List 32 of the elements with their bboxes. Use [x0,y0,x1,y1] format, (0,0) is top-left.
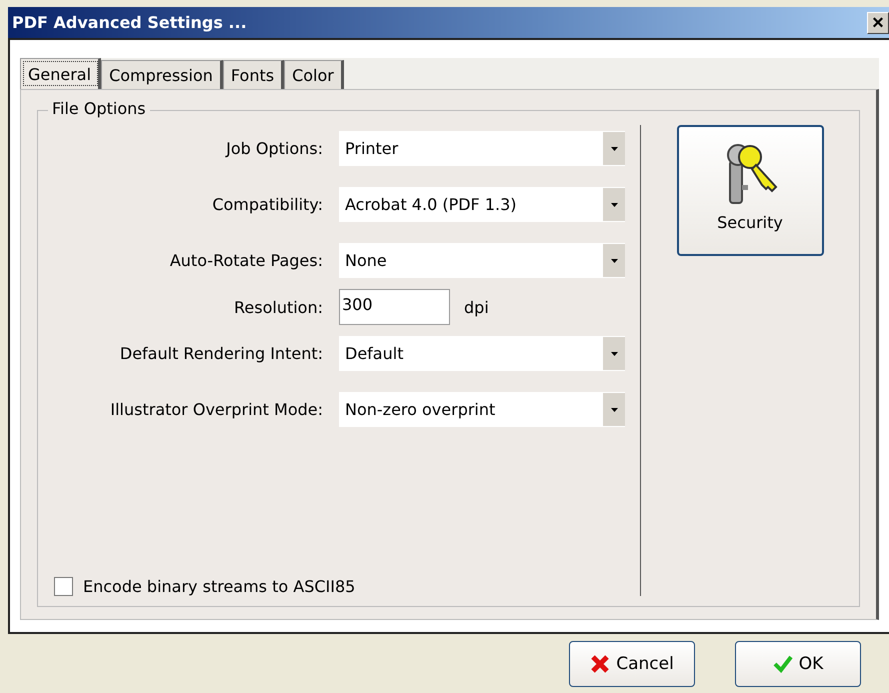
unit-label: dpi [464,298,489,316]
tab[interactable]: Fonts [222,60,284,89]
dropdown-arrow-icon [610,146,618,150]
checkbox[interactable] [54,577,73,596]
group-title: File Options [48,99,150,118]
close-icon [590,654,610,674]
field-label: Job Options: [224,139,324,158]
dropdown-arrow-icon [610,408,618,412]
security-button[interactable]: Security [676,125,824,256]
field-label: Resolution: [233,298,324,316]
field-label: Illustrator Overprint Mode: [109,400,324,419]
close-button[interactable]: × [867,12,889,34]
field-label: Default Rendering Intent: [118,344,324,363]
tab[interactable]: General [20,58,102,89]
dropdown[interactable]: Non-zero overprint [339,392,625,427]
dropdown[interactable]: None [339,243,625,278]
dropdown[interactable]: Acrobat 4.0 (PDF 1.3) [339,187,625,222]
dropdown[interactable]: Printer [339,131,625,166]
window-title: PDF Advanced Settings ... [12,13,247,32]
dropdown-arrow-icon [610,202,618,206]
checkbox-label: Encode binary streams to ASCII85 [83,577,356,596]
tab[interactable]: Compression [101,60,223,89]
ok-button[interactable]: OK [735,640,861,686]
dropdown[interactable]: Default [339,336,625,371]
dropdown-arrow-icon [610,258,618,262]
input-field[interactable]: 300 [339,289,450,325]
checkmark-icon [772,654,793,672]
dropdown-arrow-icon [610,352,618,356]
field-label: Compatibility: [211,195,324,214]
cancel-button[interactable]: Cancel [569,640,695,686]
tab[interactable]: Color [284,60,344,89]
field-label: Auto-Rotate Pages: [168,251,324,270]
